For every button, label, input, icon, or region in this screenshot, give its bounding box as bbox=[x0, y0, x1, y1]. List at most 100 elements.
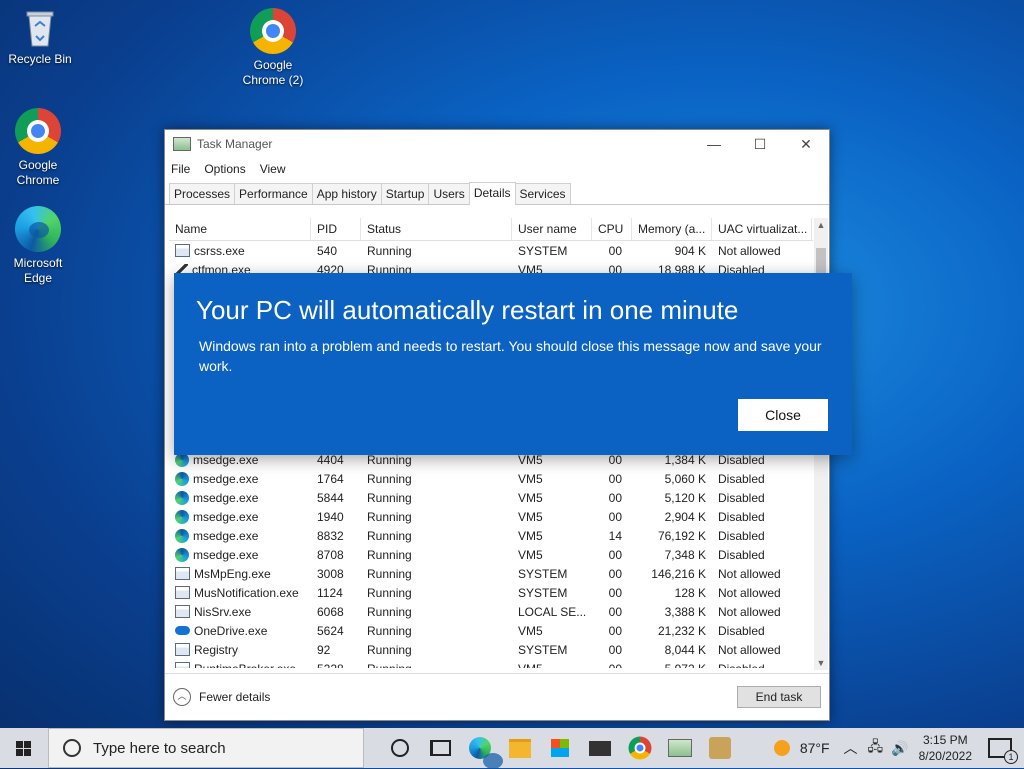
end-task-button[interactable]: End task bbox=[737, 686, 821, 708]
column-header-cpu[interactable]: CPU bbox=[592, 218, 632, 240]
edge-process-icon bbox=[175, 509, 189, 524]
table-row[interactable]: Registry 92 Running SYSTEM 00 8,044 K Not allo… bbox=[169, 640, 813, 659]
cell-user: SYSTEM bbox=[518, 642, 568, 657]
chrome-icon bbox=[250, 8, 296, 54]
cell-status: Running bbox=[367, 528, 412, 543]
cell-mem: 128 K bbox=[674, 585, 706, 600]
cell-status: Running bbox=[367, 604, 412, 619]
process-name-cell: OneDrive.exe bbox=[169, 624, 311, 638]
column-header-pid[interactable]: PID bbox=[311, 218, 361, 240]
process-name-cell: csrss.exe bbox=[169, 244, 311, 258]
cloud-process-icon bbox=[175, 626, 190, 635]
column-header-status[interactable]: Status bbox=[361, 218, 512, 240]
recycle-bin-icon bbox=[24, 8, 56, 48]
table-row[interactable]: msedge.exe 1764 Running VM5 00 5,060 K Disable… bbox=[169, 469, 813, 488]
process-name: msedge.exe bbox=[193, 471, 259, 486]
cell-uac: Not allowed bbox=[718, 243, 781, 258]
desktop-icon-chrome-2[interactable]: Google Chrome (2) bbox=[233, 8, 313, 88]
cell-cpu: 00 bbox=[608, 509, 622, 524]
table-row[interactable]: msedge.exe 8832 Running VM5 14 76,192 K Disabl… bbox=[169, 526, 813, 545]
menu-file[interactable]: File bbox=[171, 162, 190, 176]
cell-pid: 1764 bbox=[317, 471, 344, 486]
cell-mem: 5,972 K bbox=[632, 662, 712, 669]
cell-user: VM5 bbox=[518, 623, 543, 638]
column-header-user-name[interactable]: User name bbox=[512, 218, 592, 240]
taskbar-edge[interactable] bbox=[460, 728, 503, 769]
tab-app-history[interactable]: App history bbox=[311, 183, 382, 204]
process-name-cell: msedge.exe bbox=[169, 471, 311, 486]
cell-mem: 3,388 K bbox=[664, 604, 706, 619]
edge-icon bbox=[469, 737, 503, 769]
cell-status: Running bbox=[367, 642, 412, 657]
network-icon[interactable]: 🖧 bbox=[868, 736, 884, 760]
table-row[interactable]: msedge.exe 8708 Running VM5 00 7,348 K Disable… bbox=[169, 545, 813, 564]
table-header: Name PID Status User name CPU Memory (a.… bbox=[169, 218, 813, 241]
cortana-icon bbox=[391, 739, 409, 757]
desktop-icon-chrome[interactable]: Google Chrome bbox=[0, 108, 78, 188]
weather-icon[interactable] bbox=[773, 740, 790, 756]
table-row[interactable]: RuntimeBroker.exe 5228RunningVM5005,972 K… bbox=[169, 659, 813, 668]
folder-icon bbox=[509, 738, 531, 758]
search-box[interactable]: Type here to search bbox=[48, 728, 364, 768]
menu-options[interactable]: Options bbox=[204, 162, 245, 176]
scroll-up-arrow-icon[interactable]: ▲ bbox=[814, 220, 828, 230]
minimize-button[interactable]: — bbox=[691, 136, 737, 153]
fewer-details-link[interactable]: ︿ Fewer details bbox=[173, 688, 270, 706]
desktop-icon-label: Recycle Bin bbox=[8, 52, 72, 66]
taskbar-file-explorer[interactable] bbox=[500, 728, 540, 768]
tab-users[interactable]: Users bbox=[428, 183, 470, 204]
tab-services[interactable]: Services bbox=[514, 183, 571, 204]
cell-user: VM5 bbox=[518, 547, 543, 562]
dialog-message: Windows ran into a problem and needs to … bbox=[199, 338, 822, 374]
edge-process-icon bbox=[175, 490, 189, 505]
cell-uac: Disabled bbox=[718, 490, 765, 505]
windows-logo-icon bbox=[16, 741, 23, 748]
table-row[interactable]: msedge.exe 1940 Running VM5 00 2,904 K Disable… bbox=[169, 507, 813, 526]
cortana-button[interactable] bbox=[380, 728, 420, 768]
cell-cpu: 00 bbox=[608, 623, 622, 638]
table-row[interactable]: msedge.exe 5844 Running VM5 00 5,120 K Disable… bbox=[169, 488, 813, 507]
menu-view[interactable]: View bbox=[260, 162, 286, 176]
table-row[interactable]: NisSrv.exe 6068 Running LOCAL SE... 00 3,388 … bbox=[169, 602, 813, 621]
table-row[interactable]: csrss.exe 540 Running SYSTEM 00 904 K Not allo… bbox=[169, 241, 813, 260]
table-row[interactable]: MusNotification.exe 1124 Running SYSTEM 00 12… bbox=[169, 583, 813, 602]
scroll-down-arrow-icon[interactable]: ▼ bbox=[814, 658, 828, 668]
desktop-icon-recycle-bin[interactable]: Recycle Bin bbox=[0, 8, 80, 67]
column-header-memory[interactable]: Memory (a... bbox=[632, 218, 712, 240]
table-row[interactable]: OneDrive.exe 5624 Running VM5 00 21,232 K Disa… bbox=[169, 621, 813, 640]
tab-performance[interactable]: Performance bbox=[234, 183, 313, 204]
weather-temp[interactable]: 87°F bbox=[800, 740, 830, 756]
process-name: MusNotification.exe bbox=[194, 585, 299, 600]
cell-status: Running bbox=[367, 566, 412, 581]
notification-icon[interactable]: 1 bbox=[988, 738, 1018, 764]
close-window-button[interactable]: ✕ bbox=[783, 136, 829, 153]
generic-process-icon bbox=[175, 662, 190, 668]
maximize-button[interactable]: ☐ bbox=[737, 136, 783, 153]
title-bar[interactable]: Task Manager — ☐ ✕ bbox=[165, 130, 829, 158]
table-row[interactable]: MsMpEng.exe 3008 Running SYSTEM 00 146,216 K N… bbox=[169, 564, 813, 583]
start-button[interactable] bbox=[0, 728, 48, 768]
process-name: msedge.exe bbox=[193, 490, 259, 505]
volume-icon[interactable]: 🔊 bbox=[891, 740, 908, 757]
tab-startup[interactable]: Startup bbox=[380, 183, 430, 204]
taskbar-store[interactable] bbox=[540, 728, 580, 768]
cell-pid: 3008 bbox=[317, 566, 344, 581]
tab-processes[interactable]: Processes bbox=[169, 183, 236, 204]
tab-details[interactable]: Details bbox=[468, 182, 516, 205]
close-button[interactable]: Close bbox=[738, 399, 828, 431]
clock[interactable]: 3:15 PM 8/20/2022 bbox=[919, 732, 972, 764]
process-name-cell: MusNotification.exe bbox=[169, 586, 311, 600]
taskbar-task-manager[interactable] bbox=[660, 728, 700, 768]
desktop-icon-edge[interactable]: Microsoft Edge bbox=[0, 206, 78, 286]
cell-uac: Not allowed bbox=[718, 642, 781, 657]
cell-status: Running bbox=[367, 509, 412, 524]
notification-count: 1 bbox=[1004, 750, 1018, 764]
cell-uac: Not allowed bbox=[718, 604, 781, 619]
chevron-up-icon[interactable]: ︿ bbox=[844, 738, 858, 758]
taskbar-mail[interactable] bbox=[580, 728, 620, 768]
taskbar-app[interactable] bbox=[700, 728, 740, 768]
taskbar-chrome[interactable] bbox=[620, 728, 660, 768]
task-view-button[interactable] bbox=[420, 728, 460, 768]
column-header-uac[interactable]: UAC virtualizat... bbox=[712, 218, 812, 240]
column-header-name[interactable]: Name bbox=[169, 218, 311, 240]
